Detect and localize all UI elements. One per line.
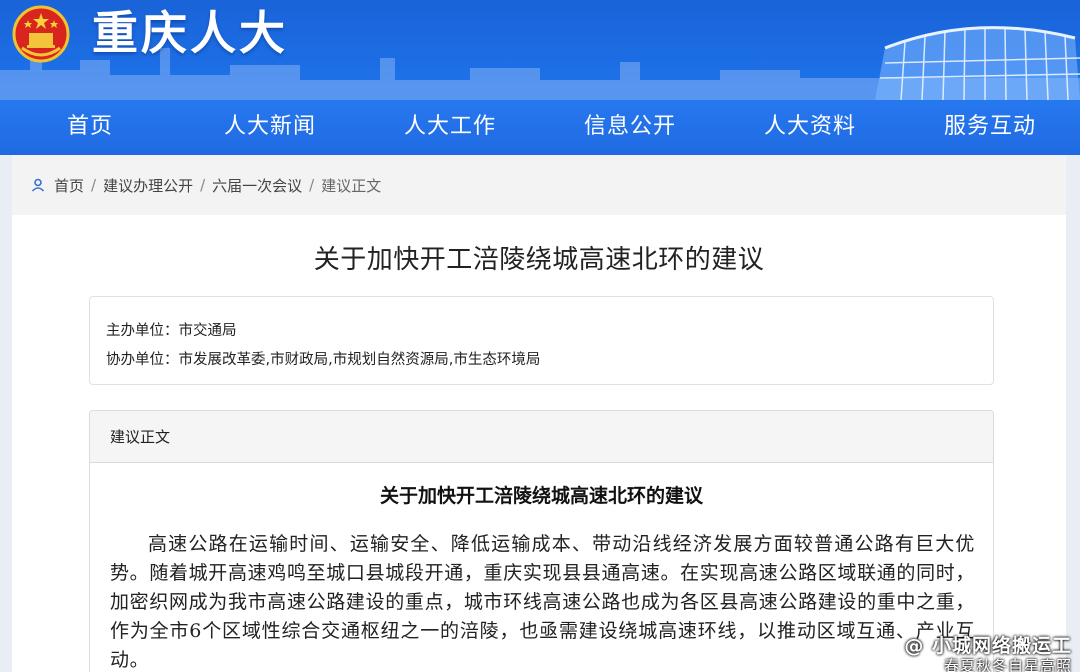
nav-item-disclosure[interactable]: 信息公开 (540, 100, 720, 155)
assist-unit-label: 协办单位： (106, 352, 179, 368)
nav-item-service[interactable]: 服务互动 (900, 100, 1080, 155)
breadcrumb-separator: / (91, 176, 97, 194)
breadcrumb-separator: / (200, 176, 206, 194)
proposal-body-panel: 建议正文 关于加快开工涪陵绕城高速北环的建议 高速公路在运输时间、运输安全、降低… (89, 410, 994, 672)
lead-unit-value: 市交通局 (178, 323, 237, 339)
site-title[interactable]: 重庆人大 (92, 0, 288, 66)
breadcrumb-separator: / (309, 176, 315, 194)
main-nav: 首页 人大新闻 人大工作 信息公开 人大资料 服务互动 (0, 100, 1080, 155)
nav-item-news[interactable]: 人大新闻 (180, 100, 360, 155)
national-emblem-icon (12, 5, 70, 63)
nav-item-resources[interactable]: 人大资料 (720, 100, 900, 155)
breadcrumb-session[interactable]: 六届一次会议 (212, 175, 302, 196)
document-title: 关于加快开工涪陵绕城高速北环的建议 (379, 485, 703, 507)
units-info-box: 主办单位：市交通局 协办单位：市发展改革委,市财政局,市规划自然资源局,市生态环… (89, 296, 994, 385)
site-header: 重庆人大 首页 人大新闻 人大工作 信息公开 人大资料 服务互动 (0, 0, 1080, 155)
breadcrumb-home[interactable]: 首页 (54, 175, 84, 196)
watermark-text: @ 小城网络搬运工 (904, 635, 1072, 657)
nav-item-home[interactable]: 首页 (0, 100, 180, 155)
panel-heading: 建议正文 (90, 411, 993, 463)
breadcrumb-current: 建议正文 (321, 176, 382, 195)
watermark-subtext: 春夏秋冬自星高照 (943, 657, 1072, 672)
lead-unit-label: 主办单位： (106, 323, 179, 339)
page-title: 关于加快开工涪陵绕城高速北环的建议 (313, 245, 765, 275)
document-paragraph: 高速公路在运输时间、运输安全、降低运输成本、带动沿线经济发展方面较普通公路有巨大… (110, 533, 975, 671)
breadcrumb: 首页 / 建议办理公开 / 六届一次会议 / 建议正文 (12, 155, 1066, 215)
nav-item-work[interactable]: 人大工作 (360, 100, 540, 155)
lead-unit-row: 主办单位：市交通局 (106, 317, 993, 346)
content-area: 首页 / 建议办理公开 / 六届一次会议 / 建议正文 关于加快开工涪陵绕城高速… (12, 155, 1066, 672)
assist-unit-row: 协办单位：市发展改革委,市财政局,市规划自然资源局,市生态环境局 (106, 346, 993, 375)
assist-unit-value: 市发展改革委,市财政局,市规划自然资源局,市生态环境局 (178, 352, 541, 368)
breadcrumb-proposals[interactable]: 建议办理公开 (103, 175, 193, 196)
stadium-building-decoration (875, 26, 1080, 100)
location-person-icon (31, 178, 45, 192)
